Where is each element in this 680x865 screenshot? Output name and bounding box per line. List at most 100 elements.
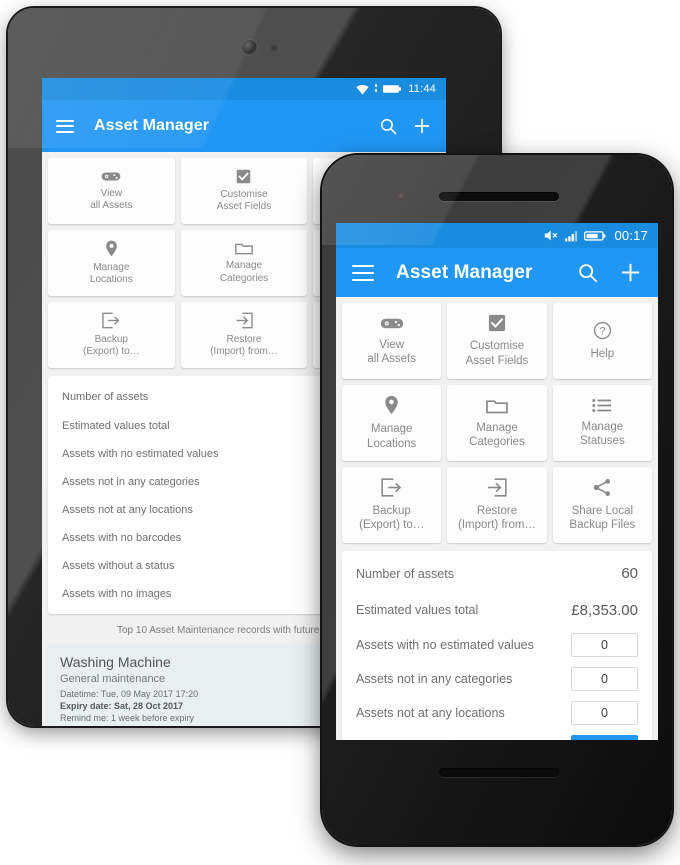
stat-label: Assets with no images (62, 588, 172, 600)
tile-manage-statuses[interactable]: Manage Statuses (552, 385, 652, 461)
tile-label: Customise Asset Fields (465, 340, 529, 367)
svg-text:?: ? (599, 325, 605, 337)
checkbox-checked-icon (488, 314, 506, 332)
tile-label: Manage Statuses (579, 420, 625, 447)
phone-stats-card: Number of assets 60 Estimated values tot… (342, 551, 652, 740)
stat-row[interactable]: Assets not in any categories 0 (356, 662, 638, 696)
location-pin-icon (384, 395, 399, 415)
stat-row[interactable]: Assets with no barcodes 13 (356, 730, 638, 740)
tile-restore-import[interactable]: Restore (Import) from… (447, 467, 547, 543)
stat-value: 60 (621, 565, 638, 582)
gamepad-icon (101, 170, 121, 183)
hamburger-icon[interactable] (56, 119, 74, 133)
tablet-clock: 11:44 (408, 83, 436, 95)
battery-icon (584, 230, 606, 242)
import-icon (486, 477, 508, 497)
tile-label: Backup (Export) to… (359, 504, 425, 531)
tile-customise-asset-fields[interactable]: Customise Asset Fields (180, 158, 308, 224)
phone-tile-grid: View all Assets Customise Asset Fields ?… (342, 303, 652, 543)
stat-label: Assets not at any locations (62, 504, 193, 516)
tile-label: Customise Asset Fields (216, 188, 272, 213)
tile-customise-asset-fields[interactable]: Customise Asset Fields (447, 303, 547, 379)
phone-earpiece-icon (439, 192, 559, 201)
tile-label: Manage Categories (219, 260, 269, 284)
phone-status-bar: 00:17 (336, 223, 658, 248)
stat-label: Assets without a status (62, 560, 175, 572)
tile-share-local-backup-files[interactable]: Share Local Backup Files (552, 467, 652, 543)
stat-row[interactable]: Assets not at any locations 0 (356, 696, 638, 730)
tile-manage-categories[interactable]: Manage Categories (180, 230, 308, 296)
stat-row[interactable]: Estimated values total £8,353.00 (356, 592, 638, 628)
stat-label: Assets not in any categories (62, 476, 200, 488)
volume-muted-icon (544, 229, 560, 242)
stat-label: Assets with no barcodes (62, 532, 182, 544)
signal-bars-icon (565, 230, 579, 242)
sync-icon (374, 84, 378, 94)
export-icon (381, 477, 402, 497)
tile-label: Backup (Export) to… (82, 333, 140, 358)
wifi-icon (356, 84, 369, 95)
share-icon (593, 478, 612, 497)
tile-label: Restore (Import) from… (210, 333, 278, 358)
phone-content: View all Assets Customise Asset Fields ?… (336, 297, 658, 740)
folder-icon (486, 397, 508, 414)
stat-label: Assets with no estimated values (356, 638, 534, 652)
plus-icon[interactable] (619, 261, 642, 284)
stat-label: Assets not in any categories (356, 672, 513, 686)
phone-device: 00:17 Asset Manager View all Assets Cust… (322, 155, 672, 845)
phone-camera-icon (398, 193, 405, 200)
tablet-sensor-icon (271, 45, 277, 51)
plus-icon[interactable] (412, 116, 432, 136)
export-icon (102, 312, 120, 329)
phone-bottom-speaker-icon (439, 768, 559, 777)
tile-manage-locations[interactable]: Manage Locations (342, 385, 442, 461)
search-icon[interactable] (379, 117, 398, 136)
tile-restore-import[interactable]: Restore (Import) from… (180, 302, 308, 368)
page-title: Asset Manager (396, 261, 533, 283)
tablet-app-bar: Asset Manager (42, 100, 446, 152)
tile-label: Manage Locations (367, 423, 417, 450)
battery-icon (383, 84, 402, 94)
stat-row[interactable]: Number of assets 60 (356, 555, 638, 592)
search-icon[interactable] (577, 262, 599, 284)
stat-label: Estimated values total (62, 419, 170, 432)
stat-label: Number of assets (62, 390, 149, 403)
promo-composition: 11:44 Asset Manager View all Assets Cust… (0, 0, 680, 865)
stat-label: Assets with no estimated values (62, 448, 219, 460)
tile-help[interactable]: ? Help (552, 303, 652, 379)
location-pin-icon (105, 240, 118, 257)
tile-label: Manage Categories (469, 421, 525, 448)
tile-label: Help (590, 347, 615, 360)
tile-manage-locations[interactable]: Manage Locations (48, 230, 175, 296)
import-icon (235, 312, 253, 329)
stat-label: Estimated values total (356, 603, 479, 617)
stat-row[interactable]: Assets with no estimated values 0 (356, 628, 638, 662)
stat-value-box[interactable]: 0 (571, 667, 638, 691)
tile-label: View all Assets (367, 338, 416, 365)
list-icon (592, 398, 612, 413)
phone-app-bar: Asset Manager (336, 248, 658, 297)
stat-value-box[interactable]: 0 (571, 633, 638, 657)
tablet-camera-icon (242, 40, 257, 55)
tile-view-all-assets[interactable]: View all Assets (48, 158, 175, 224)
stat-label: Assets not at any locations (356, 706, 505, 720)
tile-backup-export[interactable]: Backup (Export) to… (48, 302, 175, 368)
stat-value: £8,353.00 (571, 601, 638, 619)
stat-value-box[interactable]: 0 (571, 701, 638, 725)
hamburger-icon[interactable] (352, 264, 374, 281)
tile-manage-categories[interactable]: Manage Categories (447, 385, 547, 461)
phone-screen: 00:17 Asset Manager View all Assets Cust… (336, 223, 658, 740)
page-title: Asset Manager (94, 117, 210, 134)
tile-label: Share Local Backup Files (569, 504, 636, 531)
checkbox-checked-icon (236, 169, 251, 184)
tile-view-all-assets[interactable]: View all Assets (342, 303, 442, 379)
stat-value-box[interactable]: 13 (571, 735, 638, 740)
tile-backup-export[interactable]: Backup (Export) to… (342, 467, 442, 543)
tile-label: View all Assets (90, 187, 133, 212)
tablet-status-icons (356, 84, 402, 95)
gamepad-icon (380, 316, 404, 331)
phone-clock: 00:17 (614, 228, 648, 243)
help-circle-icon: ? (593, 321, 612, 340)
tile-label: Restore (Import) from… (458, 504, 536, 531)
tablet-status-bar: 11:44 (42, 78, 446, 100)
